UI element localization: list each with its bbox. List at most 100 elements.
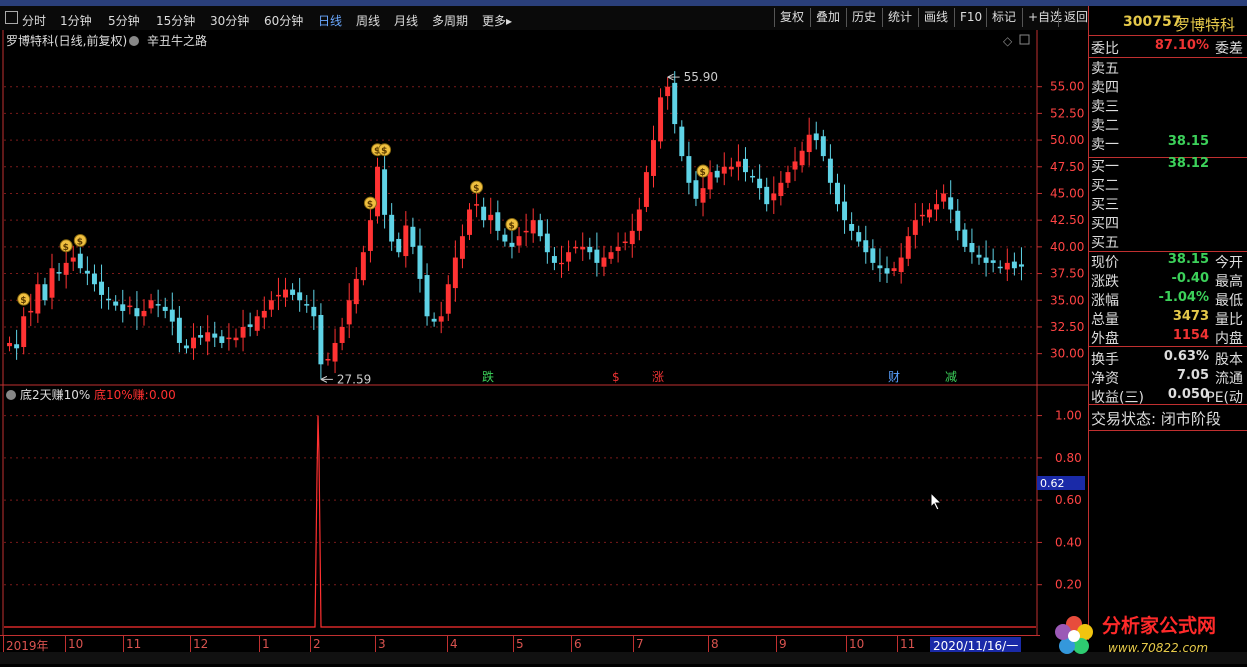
stock-code: 300757	[1123, 14, 1182, 30]
period-tab-10[interactable]: 更多▸	[482, 12, 512, 29]
candle-body-70	[502, 234, 508, 242]
date-label-2: 11	[126, 637, 142, 651]
candle-body-54	[389, 214, 395, 242]
chart-title: 罗博特科(日线,前复权)	[6, 33, 127, 48]
toolbar-button-5[interactable]: F10	[954, 8, 987, 27]
sub-ytick-label-2: 0.60	[1055, 493, 1082, 507]
svg-text:$: $	[508, 221, 514, 231]
diamond-icon[interactable]: ◇	[1003, 34, 1013, 48]
date-label-6: 3	[378, 637, 386, 651]
event-label-2[interactable]: 涨	[652, 369, 664, 384]
candle-body-12	[91, 273, 97, 285]
stat-row-3: 总量 3473 量比	[1090, 309, 1244, 328]
toolbar-button-6[interactable]: 标记	[986, 8, 1021, 27]
period-tab-9[interactable]: 多周期	[432, 12, 468, 29]
candle-body-43	[311, 306, 317, 317]
candle-body-45	[325, 358, 331, 361]
candle-body-27	[198, 335, 204, 338]
ytick-label-3: 47.50	[1050, 160, 1084, 174]
toolbar-button-3[interactable]: 统计	[882, 8, 917, 27]
svg-text:$: $	[700, 168, 706, 178]
period-tab-4[interactable]: 30分钟	[210, 12, 249, 29]
bid-row-0-label: 买一	[1091, 159, 1119, 175]
date-tick	[447, 636, 448, 653]
kline-chart-svg[interactable]: 55.00 52.50 50.00 47.50 45.00 42.50 40.00 37.50…	[0, 30, 1088, 640]
candle-body-44	[318, 314, 324, 365]
candle-body-47	[339, 326, 345, 343]
candle-body-67	[481, 206, 487, 221]
candle-body-118	[842, 201, 848, 221]
candle-body-37	[268, 300, 274, 310]
candle-body-123	[877, 265, 883, 269]
candle-body-34	[247, 324, 253, 327]
weicha-label: 委差	[1215, 41, 1243, 57]
period-tab-6[interactable]: 日线	[318, 12, 342, 29]
period-tab-7[interactable]: 周线	[356, 12, 380, 29]
stat-row-4-value: 1154	[1172, 328, 1209, 343]
ytick-label-1: 52.50	[1050, 106, 1084, 120]
candle-body-57	[410, 226, 416, 247]
period-tab-2[interactable]: 5分钟	[108, 12, 140, 29]
date-tick	[3, 636, 4, 653]
period-tab-1[interactable]: 1分钟	[60, 12, 92, 29]
candle-body-94	[672, 82, 678, 125]
period-toolbar: 分时 1分钟 5分钟 15分钟 30分钟 60分钟 日线 周线 月线 多周期 更多▸ 复权 叠加 历史统…	[0, 6, 1088, 31]
ytick-label-8: 35.00	[1050, 293, 1084, 307]
candle-body-48	[346, 300, 352, 325]
period-tab-5[interactable]: 60分钟	[264, 12, 303, 29]
candle-body-91	[651, 140, 656, 176]
candle-body-78	[559, 262, 564, 265]
bid-row-3: 买四	[1090, 213, 1244, 232]
event-label-4[interactable]: 减	[945, 370, 957, 384]
date-label-10: 7	[636, 637, 644, 651]
candle-body-116	[827, 158, 833, 183]
candle-body-74	[530, 220, 536, 234]
divider	[1089, 346, 1247, 347]
layout-toggle-icon[interactable]	[5, 11, 18, 24]
candle-body-4	[35, 284, 41, 314]
stat2-row-1-right: 流通	[1215, 371, 1243, 387]
toolbar-button-1[interactable]: 叠加	[810, 8, 845, 27]
ask-row-4-label: 卖一	[1091, 137, 1119, 153]
event-label-3[interactable]: 财	[888, 370, 900, 384]
sub-ytick-label-3: 0.40	[1055, 535, 1082, 549]
svg-text:$: $	[367, 200, 373, 210]
stock-header: 300757 罗博特科	[1090, 14, 1244, 34]
chart-area[interactable]: 55.00 52.50 50.00 47.50 45.00 42.50 40.00 37.50…	[0, 30, 1088, 640]
candle-body-20	[148, 300, 154, 309]
indicator-menu-icon[interactable]	[129, 36, 139, 46]
period-tab-8[interactable]: 月线	[394, 12, 418, 29]
candle-body-131	[934, 204, 940, 210]
sub-indicator-menu-icon[interactable]	[6, 390, 16, 400]
date-tick	[190, 636, 191, 653]
date-tick	[123, 636, 124, 653]
ask-row-3: 卖二	[1090, 115, 1244, 134]
svg-text:$: $	[473, 184, 479, 194]
candle-body-29	[212, 333, 218, 338]
ytick-label-4: 45.00	[1050, 186, 1084, 200]
toolbar-button-4[interactable]: 画线	[918, 8, 953, 27]
candle-body-21	[155, 304, 161, 306]
toolbar-button-0[interactable]: 复权	[774, 8, 809, 27]
stat2-row-1-value: 7.05	[1176, 368, 1209, 383]
event-label-1[interactable]: $	[612, 370, 620, 384]
stat2-row-2-value: 0.050	[1167, 387, 1209, 402]
quote-panel: 300757 罗博特科 委比 87.10% 委差 卖五 卖四 卖三 卖二 卖一 38.15…	[1088, 6, 1247, 640]
candle-body-100	[714, 170, 720, 178]
stat2-row-0-label: 换手	[1091, 352, 1119, 368]
candle-body-40	[290, 289, 296, 295]
candle-body-71	[509, 242, 515, 247]
period-tab-3[interactable]: 15分钟	[156, 12, 195, 29]
divider	[1089, 404, 1247, 405]
sub-ytick-label-1: 0.80	[1055, 451, 1082, 465]
date-axis: 2019年 10 11 12 1 2 3 4 5 6 7 8 9 10 11 2020/11/16/一	[0, 635, 1040, 654]
event-label-0[interactable]: 跌	[482, 369, 494, 384]
candle-body-120	[856, 232, 862, 242]
period-tab-0[interactable]: 分时	[22, 12, 46, 29]
crosshair-value: 0.62	[1040, 477, 1065, 490]
toolbar-button-2[interactable]: 历史	[846, 8, 881, 27]
stat-row-1: 涨跌 -0.40 最高	[1090, 271, 1244, 290]
candle-body-42	[304, 304, 310, 306]
candle-body-95	[679, 126, 685, 157]
bid-row-3-label: 买四	[1091, 216, 1119, 232]
